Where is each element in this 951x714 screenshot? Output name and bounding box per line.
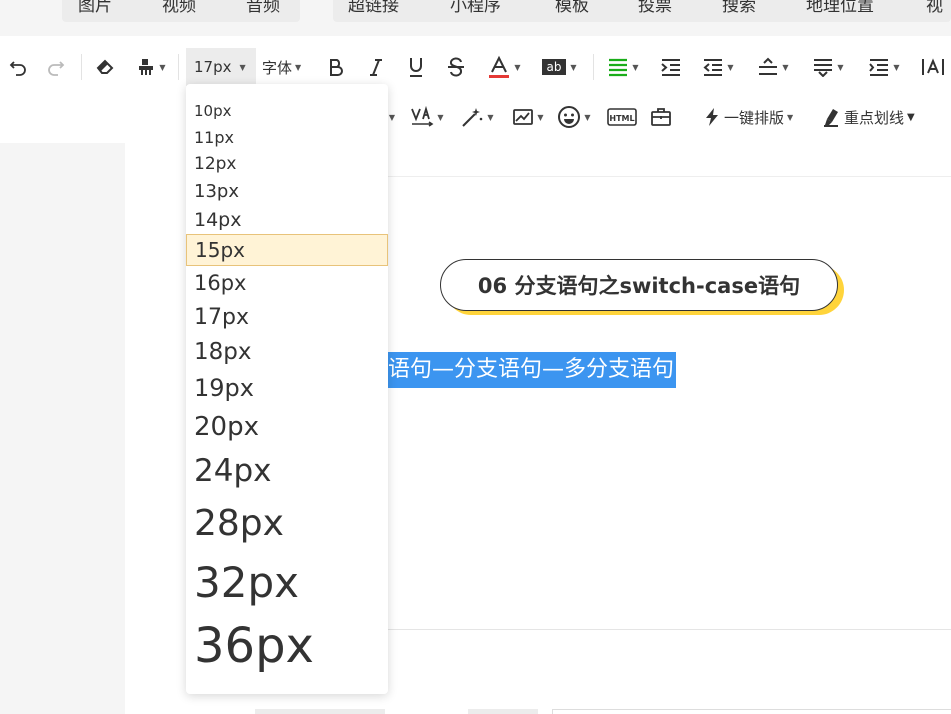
tab-image[interactable]: 图片 bbox=[78, 0, 112, 16]
bottom-panel bbox=[552, 709, 951, 714]
text-direction-icon[interactable] bbox=[918, 52, 948, 82]
tab-audio[interactable]: 音频 bbox=[246, 0, 280, 16]
font-size-option-14px[interactable]: 14px bbox=[186, 206, 388, 234]
formatting-toolbar: ▼ 17px ▼ 字体 ▼ ▼ ab ▼ ▼ ▼ ▼ ▼ ▼ ▼ ▼ ▼ ▼ ▼… bbox=[0, 36, 951, 143]
emoji-icon[interactable]: ▼ bbox=[553, 102, 595, 132]
chevron-down-icon: ▼ bbox=[295, 62, 302, 72]
editor-window: 图片 视频 音频 超链接 小程序 模板 投票 搜索 地理位置 视 ▼ 17px … bbox=[0, 0, 951, 714]
chevron-down-icon: ▼ bbox=[787, 112, 794, 122]
font-size-option-16px[interactable]: 16px bbox=[186, 268, 388, 298]
page-divider bbox=[388, 629, 951, 630]
svg-text:ab: ab bbox=[547, 60, 562, 74]
tab-mini-program[interactable]: 小程序 bbox=[450, 0, 501, 16]
redo-icon[interactable] bbox=[42, 52, 70, 82]
letter-spacing-icon[interactable]: ▼ bbox=[406, 102, 448, 132]
tab-template[interactable]: 模板 bbox=[555, 0, 589, 16]
font-size-option-24px[interactable]: 24px bbox=[186, 450, 388, 492]
svg-text:HTML: HTML bbox=[609, 114, 634, 123]
text-indent-icon[interactable]: ▼ bbox=[864, 52, 904, 82]
magic-wand-icon[interactable]: ▼ bbox=[456, 102, 498, 132]
chevron-down-icon: ▼ bbox=[239, 62, 246, 72]
font-size-option-12px[interactable]: 12px bbox=[186, 152, 388, 176]
bottom-panel bbox=[468, 709, 538, 714]
image-icon[interactable]: ▼ bbox=[508, 102, 548, 132]
line-height-icon[interactable]: ▼ bbox=[753, 52, 793, 82]
font-family-select[interactable]: 字体 ▼ bbox=[262, 52, 301, 82]
font-size-option-19px[interactable]: 19px bbox=[186, 371, 388, 405]
marker-icon bbox=[824, 109, 838, 127]
chevron-down-icon: ▼ bbox=[632, 62, 639, 72]
tab-video[interactable]: 视频 bbox=[162, 0, 196, 16]
tab-search[interactable]: 搜索 bbox=[722, 0, 756, 16]
chevron-down-icon: ▼ bbox=[570, 62, 577, 72]
eraser-icon[interactable] bbox=[90, 52, 120, 82]
highlight-underline-button[interactable]: 重点划线 ▼ bbox=[822, 102, 915, 132]
highlight-underline-label: 重点划线 bbox=[844, 108, 905, 127]
font-size-option-20px[interactable]: 20px bbox=[186, 409, 388, 445]
chevron-down-icon: ▼ bbox=[837, 62, 844, 72]
font-size-option-36px[interactable]: 36px bbox=[186, 614, 388, 678]
tab-hyperlink[interactable]: 超链接 bbox=[348, 0, 399, 16]
font-size-option-17px[interactable]: 17px bbox=[186, 302, 388, 332]
font-size-option-28px[interactable]: 28px bbox=[186, 498, 388, 548]
align-left-icon[interactable]: ▼ bbox=[603, 52, 643, 82]
font-size-value: 17px bbox=[194, 58, 232, 76]
font-size-option-15px[interactable]: 15px bbox=[186, 234, 388, 266]
font-size-select[interactable]: 17px ▼ bbox=[186, 48, 256, 86]
chevron-down-icon: ▼ bbox=[727, 62, 734, 72]
canvas-margin bbox=[0, 143, 125, 714]
italic-icon[interactable] bbox=[364, 52, 388, 82]
one-click-layout-label: 一键排版 bbox=[724, 108, 785, 127]
chevron-down-icon: ▼ bbox=[487, 112, 494, 122]
chevron-down-icon: ▼ bbox=[584, 112, 591, 122]
page-divider bbox=[388, 176, 951, 177]
toolbar-divider bbox=[178, 54, 179, 80]
strikethrough-icon[interactable] bbox=[444, 52, 468, 82]
font-size-option-13px[interactable]: 13px bbox=[186, 178, 388, 204]
section-title[interactable]: 06 分支语句之switch-case语句 bbox=[440, 259, 838, 311]
chevron-down-icon: ▼ bbox=[159, 62, 166, 72]
toolbar-divider bbox=[593, 54, 594, 80]
chevron-down-icon: ▼ bbox=[437, 112, 444, 122]
html-icon[interactable]: HTML bbox=[606, 102, 638, 132]
lightning-icon bbox=[706, 108, 718, 126]
chevron-down-icon: ▼ bbox=[893, 62, 900, 72]
underline-icon[interactable] bbox=[404, 52, 428, 82]
paragraph-spacing-icon[interactable]: ▼ bbox=[808, 52, 848, 82]
briefcase-icon[interactable] bbox=[646, 102, 676, 132]
insert-tab-strip: 图片 视频 音频 超链接 小程序 模板 投票 搜索 地理位置 视 bbox=[0, 0, 951, 36]
font-size-dropdown: 10px 11px 12px 13px 14px 15px 16px 17px … bbox=[186, 84, 388, 694]
tab-location[interactable]: 地理位置 bbox=[806, 0, 874, 16]
bold-icon[interactable] bbox=[324, 52, 348, 82]
font-size-option-11px[interactable]: 11px bbox=[186, 126, 388, 148]
caret-down-icon: ▼ bbox=[907, 111, 915, 123]
chevron-down-icon: ▼ bbox=[537, 112, 544, 122]
outdent-icon[interactable]: ▼ bbox=[698, 52, 738, 82]
bottom-panel bbox=[255, 709, 385, 714]
chevron-down-icon: ▼ bbox=[514, 62, 521, 72]
toolbar-divider bbox=[81, 54, 82, 80]
selected-text[interactable]: 语句—分支语句—多分支语句 bbox=[388, 352, 677, 388]
indent-icon[interactable] bbox=[658, 52, 684, 82]
font-size-option-18px[interactable]: 18px bbox=[186, 336, 388, 368]
font-family-label: 字体 bbox=[262, 58, 293, 77]
highlight-icon[interactable]: ab ▼ bbox=[538, 52, 580, 82]
font-size-option-32px[interactable]: 32px bbox=[186, 554, 388, 610]
chevron-down-icon: ▼ bbox=[782, 62, 789, 72]
tab-vote[interactable]: 投票 bbox=[638, 0, 672, 16]
undo-icon[interactable] bbox=[4, 52, 32, 82]
tab-video-more[interactable]: 视 bbox=[926, 0, 943, 16]
font-color-icon[interactable]: ▼ bbox=[484, 52, 524, 82]
font-size-option-10px[interactable]: 10px bbox=[186, 100, 388, 122]
one-click-layout-button[interactable]: 一键排版 ▼ bbox=[704, 102, 793, 132]
format-painter-icon[interactable]: ▼ bbox=[133, 52, 169, 82]
